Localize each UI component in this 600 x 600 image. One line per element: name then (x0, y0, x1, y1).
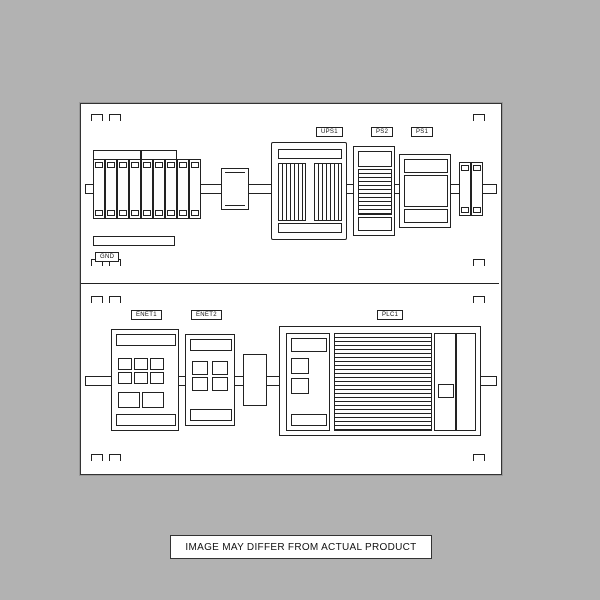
bracket-icon (109, 296, 121, 303)
bracket-icon (109, 454, 121, 461)
label-gnd: GND (95, 252, 119, 262)
bracket-icon (91, 114, 103, 121)
label-enet2: ENET2 (191, 310, 222, 320)
plc1-assembly (279, 326, 481, 436)
caption-box: IMAGE MAY DIFFER FROM ACTUAL PRODUCT (170, 535, 432, 559)
label-enet1: ENET1 (131, 310, 162, 320)
plc-module (434, 333, 456, 431)
ps2-unit (353, 146, 395, 236)
terminal-end (471, 162, 483, 216)
bracket-icon (473, 259, 485, 266)
terminal-end (459, 162, 471, 216)
plc-io-rack (334, 333, 432, 431)
bracket-icon (473, 114, 485, 121)
label-ups1: UPS1 (316, 127, 343, 137)
label-ps2: PS2 (371, 127, 393, 137)
plc-cpu (286, 333, 330, 431)
bracket-icon (473, 296, 485, 303)
drawing-canvas: UPS1 PS2 PS1 GND (80, 103, 502, 475)
bracket-icon (473, 454, 485, 461)
ps1-unit (399, 154, 451, 228)
ground-bus (93, 236, 175, 246)
bracket-icon (109, 114, 121, 121)
plc-module (456, 333, 476, 431)
bracket-icon (91, 296, 103, 303)
interface-module (243, 354, 267, 406)
label-plc1: PLC1 (377, 310, 403, 320)
relay-module (221, 168, 249, 210)
caption-text: IMAGE MAY DIFFER FROM ACTUAL PRODUCT (185, 542, 416, 553)
enet1-switch (111, 329, 179, 431)
enet2-switch (185, 334, 235, 426)
bracket-icon (91, 454, 103, 461)
label-ps1: PS1 (411, 127, 433, 137)
ups1-unit (271, 142, 347, 240)
